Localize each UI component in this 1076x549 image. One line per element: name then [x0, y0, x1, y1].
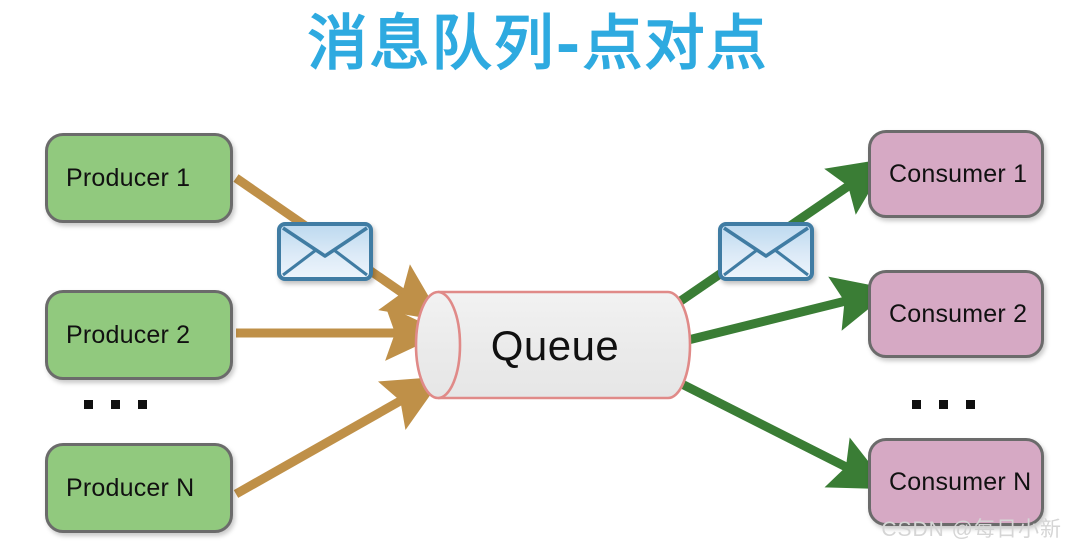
node-label: Consumer N	[889, 467, 1032, 496]
envelope-icon-right	[718, 222, 814, 281]
watermark: CSDN @每日小新	[881, 518, 1062, 541]
node-label: Consumer 1	[889, 159, 1028, 188]
node-producer-2[interactable]: Producer 2	[45, 290, 233, 380]
arrow-producer-n-to-queue	[233, 376, 444, 498]
node-producer-n[interactable]: Producer N	[45, 443, 233, 533]
node-label: Producer 1	[66, 163, 191, 192]
producers-ellipsis	[84, 400, 147, 409]
node-consumer-2[interactable]: Consumer 2	[868, 270, 1044, 358]
node-producer-1[interactable]: Producer 1	[45, 133, 233, 223]
node-consumer-1[interactable]: Consumer 1	[868, 130, 1044, 218]
arrow-queue-to-consumer-n	[665, 372, 891, 490]
node-label: Producer 2	[66, 320, 191, 349]
consumer-arrows	[663, 158, 893, 490]
node-label: Producer N	[66, 473, 195, 502]
diagram-canvas: 消息队列-点对点 Producer 1 Producer 2 Producer …	[0, 0, 1076, 549]
envelope-icon-left	[277, 222, 373, 281]
node-label: Consumer 2	[889, 299, 1028, 328]
consumers-ellipsis	[912, 400, 975, 409]
arrow-queue-to-consumer-2	[670, 276, 893, 349]
queue-label: Queue	[490, 322, 620, 369]
